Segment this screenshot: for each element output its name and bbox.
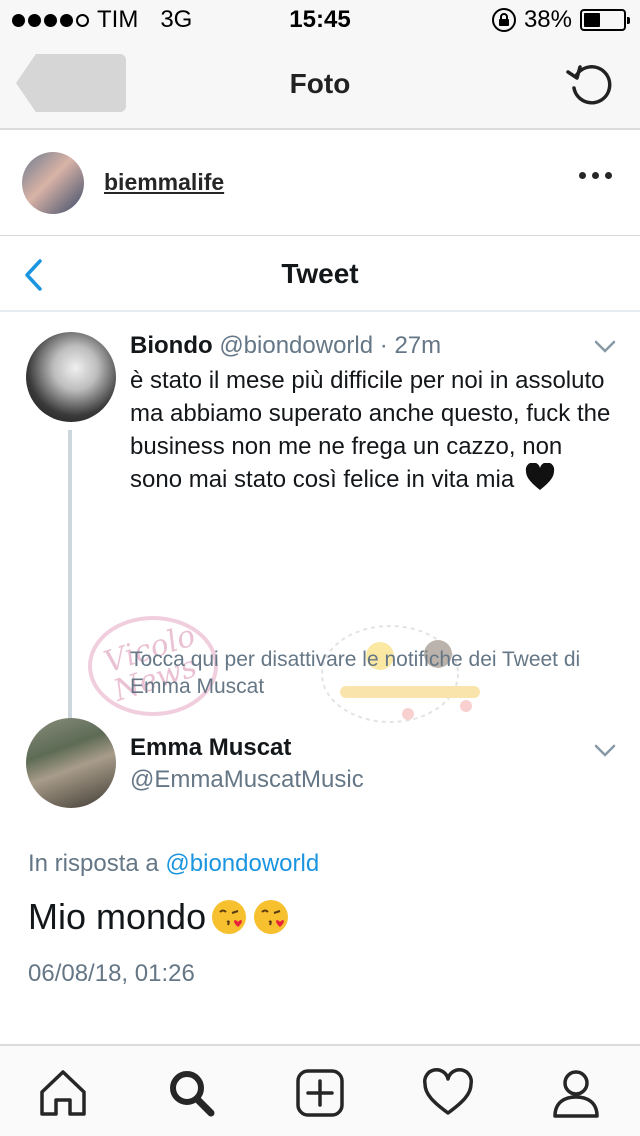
tweet-thread: Biondo @biondoworld · 27m è stato il mes… [0, 314, 640, 1044]
avatar[interactable] [22, 152, 84, 214]
profile-icon[interactable] [549, 1066, 603, 1120]
tweet-author-name[interactable]: Emma Muscat [130, 734, 291, 762]
tweet-author-handle[interactable]: @EmmaMuscatMusic [130, 766, 364, 794]
chevron-down-icon[interactable] [594, 744, 616, 758]
tweet-body: Mio mondo [28, 896, 290, 938]
rotation-lock-icon [491, 8, 516, 32]
more-dot-icon [592, 172, 599, 179]
reply-prefix: In risposta a [28, 850, 159, 877]
tweet-age: 27m [394, 332, 442, 359]
reply-mention-link[interactable]: @biondoworld [165, 850, 319, 877]
search-icon[interactable] [164, 1066, 218, 1120]
tweet-body: è stato il mese più difficile per noi in… [130, 364, 620, 496]
tweet-text: Mio mondo [28, 896, 207, 937]
reply-context: In risposta a @biondoworld [28, 850, 319, 878]
more-options-button[interactable] [579, 172, 612, 179]
avatar[interactable] [26, 332, 116, 422]
notification-hint[interactable]: Tocca qui per disattivare le notifiche d… [130, 646, 620, 700]
post-header: biemmalife [0, 132, 640, 236]
chevron-down-icon[interactable] [594, 340, 616, 354]
refresh-icon[interactable] [564, 58, 616, 110]
more-dot-icon [579, 172, 586, 179]
add-post-icon[interactable] [293, 1066, 347, 1120]
bottom-tab-bar [0, 1044, 640, 1136]
heart-icon[interactable] [421, 1066, 475, 1120]
tweet-author-name[interactable]: Biondo [130, 332, 213, 359]
kiss-emoji-icon [254, 900, 289, 934]
black-heart-icon [525, 463, 554, 490]
tweet-timestamp: 06/08/18, 01:26 [28, 960, 195, 987]
tweet-header: Tweet [0, 236, 640, 312]
status-bar: TIM 3G 15:45 38% [0, 0, 640, 40]
nav-bar: Foto [0, 40, 640, 130]
tweet-view-title: Tweet [281, 258, 359, 289]
home-icon[interactable] [36, 1066, 90, 1120]
tweet-separator: · [379, 332, 388, 359]
tweet-author-line: Biondo @biondoworld · 27m [130, 332, 441, 360]
battery-percent: 38% [523, 6, 572, 33]
kiss-emoji-icon [212, 900, 247, 934]
more-dot-icon [605, 172, 612, 179]
status-right: 38% [491, 6, 630, 34]
battery-icon [580, 9, 630, 31]
post-username[interactable]: biemmalife [104, 169, 224, 196]
avatar[interactable] [26, 718, 116, 808]
tweet-author-handle[interactable]: @biondoworld [219, 332, 373, 359]
page-title: Foto [289, 68, 351, 99]
